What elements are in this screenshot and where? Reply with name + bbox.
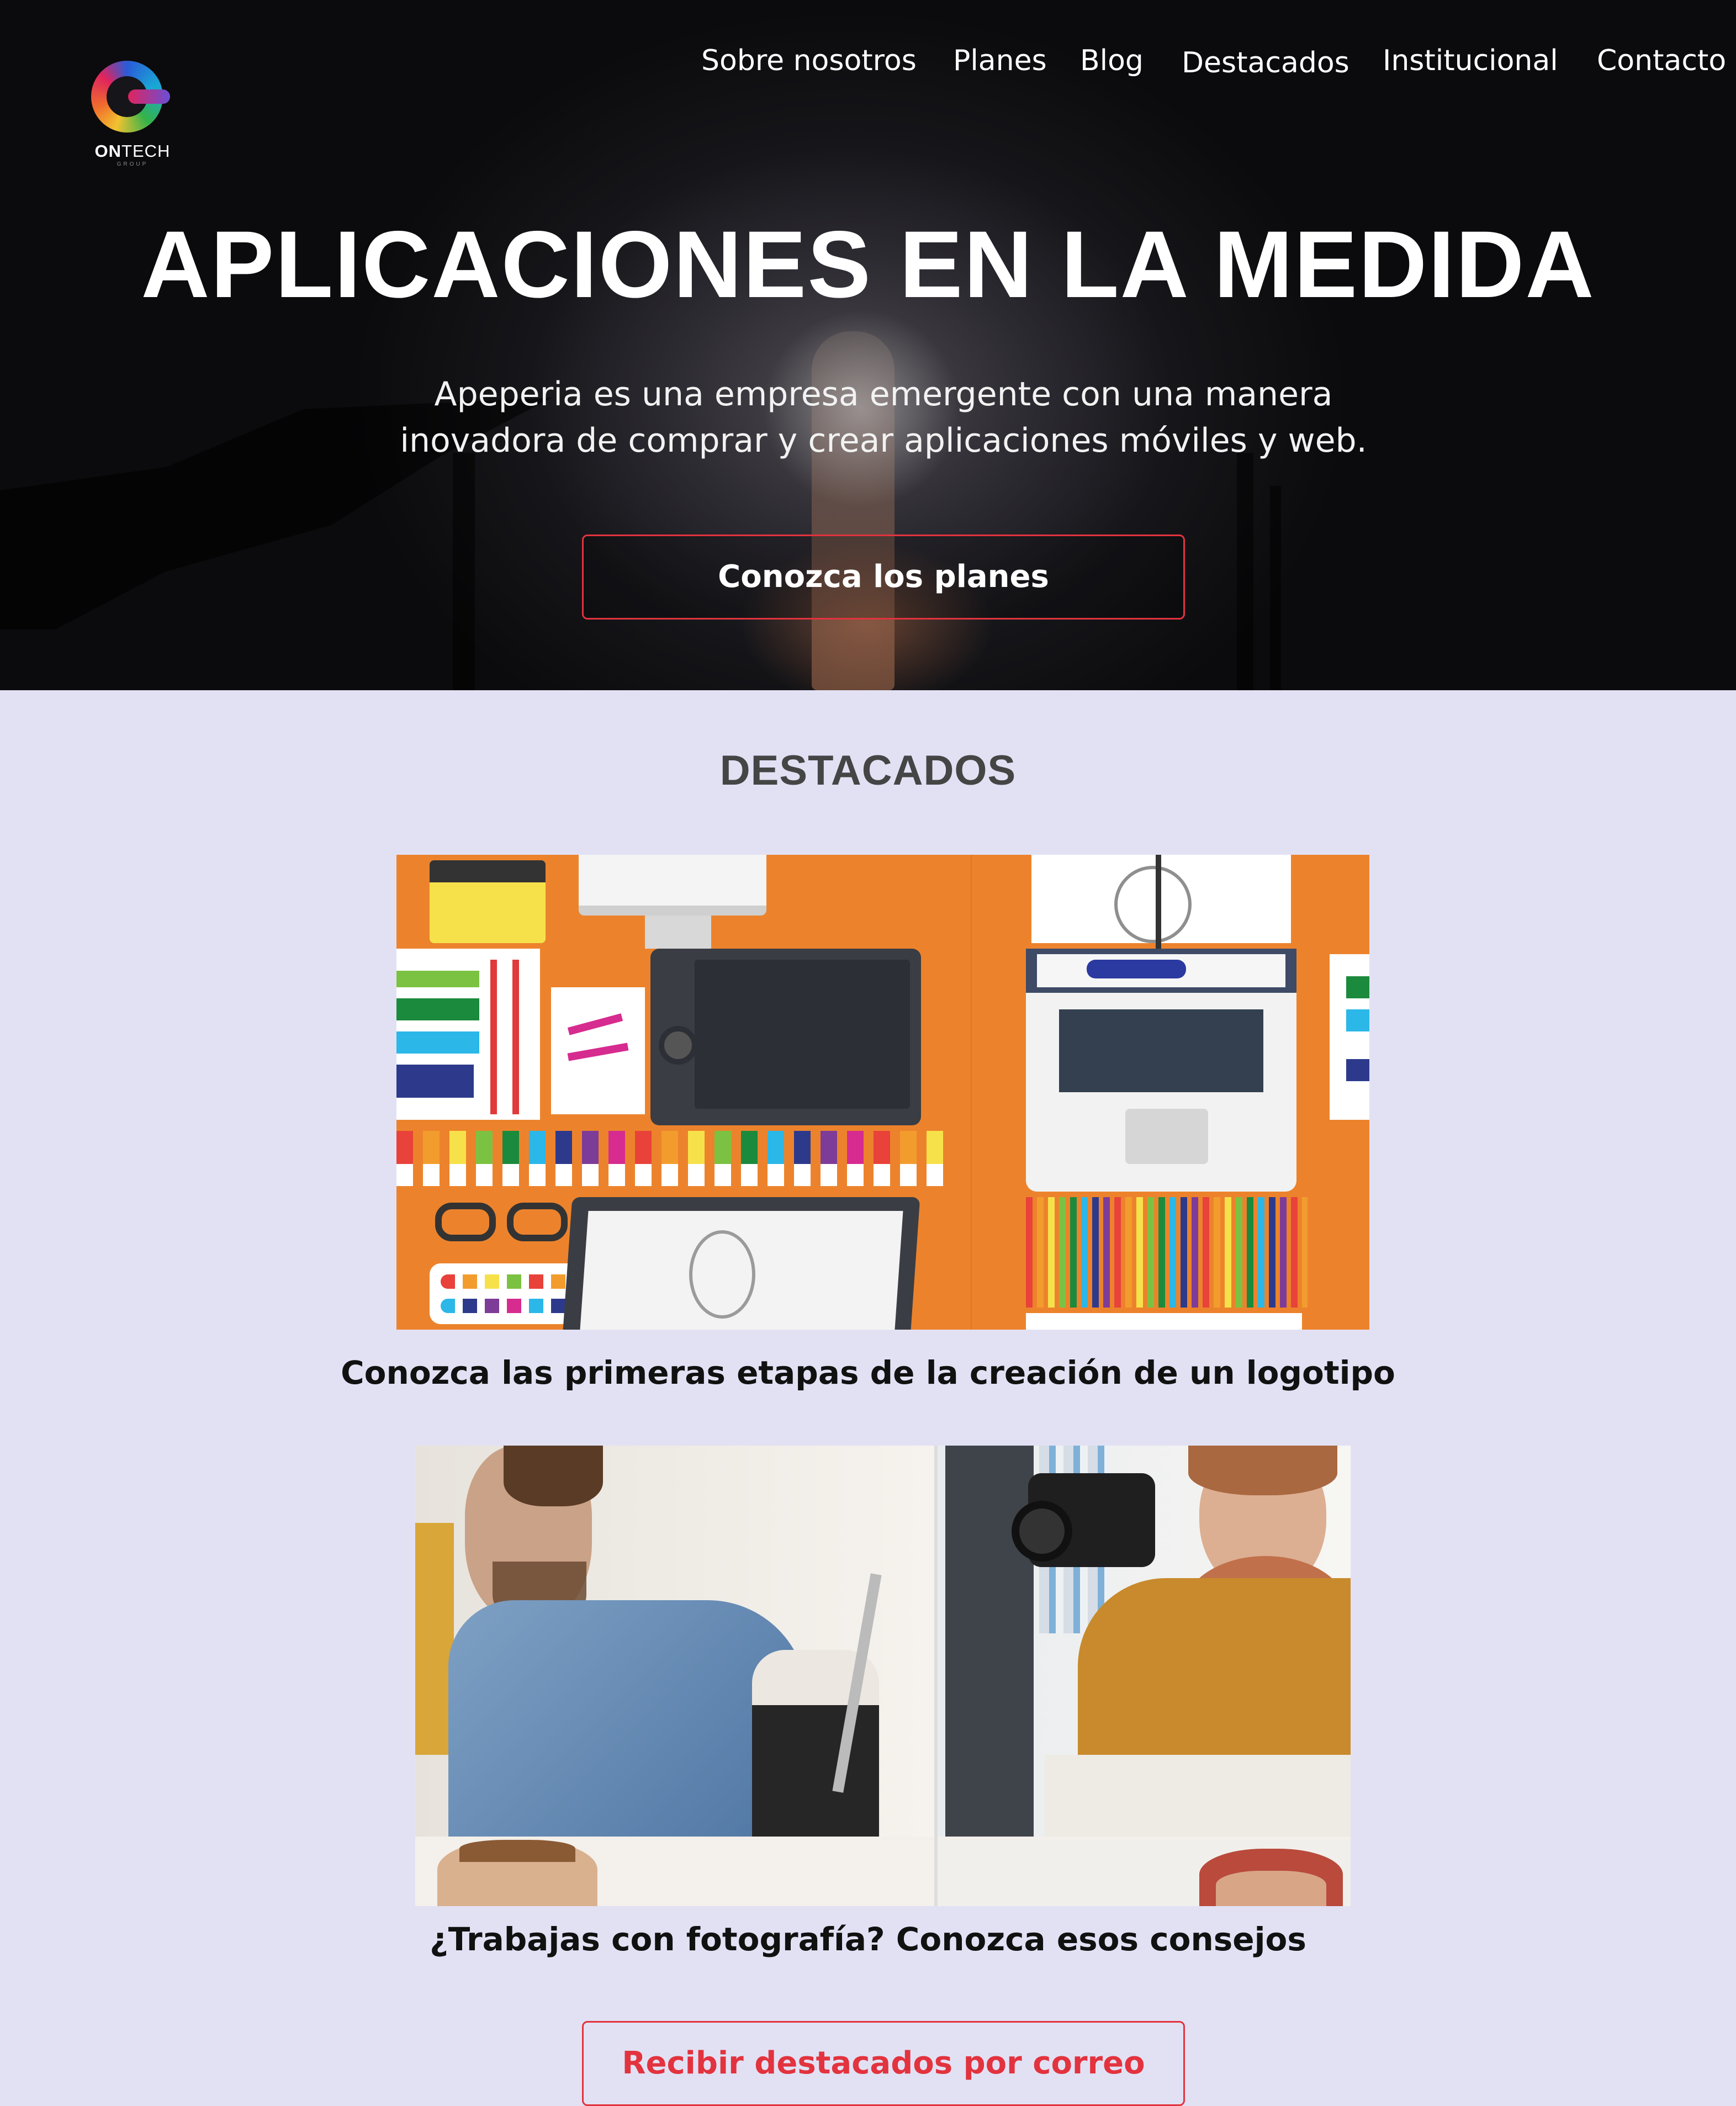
nav-link-planes[interactable]: Planes xyxy=(953,44,1047,77)
hero-banner: ONTECH GROUP Sobre nosotros Planes Blog … xyxy=(0,0,1736,690)
tower-silhouette xyxy=(453,453,475,690)
featured-section-title: DESTACADOS xyxy=(719,747,1017,794)
subscribe-email-button[interactable]: Recibir destacados por correo xyxy=(582,2021,1185,2106)
nav-link-institucional[interactable]: Institucional xyxy=(1383,44,1558,77)
nav-link-sobre-nosotros[interactable]: Sobre nosotros xyxy=(701,44,917,77)
design-desk-illustration[interactable] xyxy=(396,855,1369,1330)
main-nav: Sobre nosotros Planes Blog Destacados In… xyxy=(685,44,1736,88)
card-caption-photography[interactable]: ¿Trabajas con fotografía? Conozca esos c… xyxy=(0,1920,1736,1958)
card-caption-logo[interactable]: Conozca las primeras etapas de la creaci… xyxy=(0,1354,1736,1391)
logo-subtitle: GROUP xyxy=(117,161,149,167)
view-plans-button[interactable]: Conozca los planes xyxy=(582,535,1185,620)
nav-link-contacto[interactable]: Contacto xyxy=(1597,44,1726,77)
photographers-photo[interactable] xyxy=(415,1446,1351,1906)
tower-silhouette xyxy=(1270,486,1281,690)
hero-description: Apeperia es una empresa emergente con un… xyxy=(400,375,1367,460)
nav-link-blog[interactable]: Blog xyxy=(1080,44,1144,77)
hero-title: APLICACIONES EN LA MEDIDA xyxy=(141,211,1595,318)
nav-link-destacados[interactable]: Destacados xyxy=(1182,46,1349,80)
logo-wordmark: ONTECH xyxy=(94,141,171,161)
tower-silhouette xyxy=(1237,453,1253,690)
ontech-logo[interactable]: ONTECH GROUP xyxy=(88,61,171,171)
